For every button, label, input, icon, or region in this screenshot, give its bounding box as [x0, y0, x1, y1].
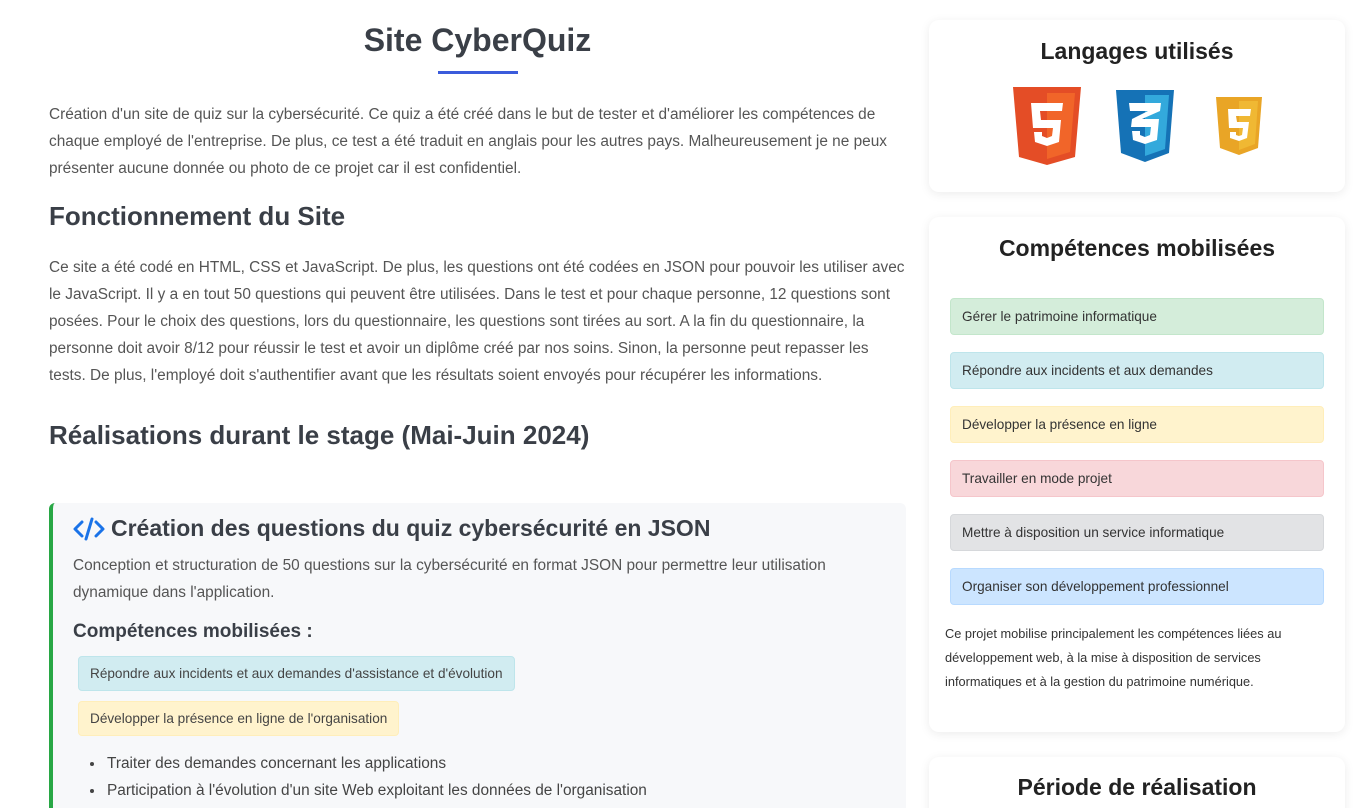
javascript-icon: [1215, 97, 1262, 155]
page-title: Site CyberQuiz: [363, 22, 592, 58]
languages-title: Langages utilisés: [1040, 38, 1234, 64]
html5-icon: [1012, 87, 1081, 165]
card-bullet-list: Traiter des demandes concernant les appl…: [105, 750, 886, 804]
intro-paragraph: Création d'un site de quiz sur la cybers…: [49, 106, 887, 177]
skill-badge-service: Mettre à disposition un service informat…: [950, 514, 1324, 551]
card-title-row: Création des questions du quiz cybersécu…: [73, 515, 886, 542]
card-title: Création des questions du quiz cybersécu…: [111, 515, 711, 541]
fonctionnement-paragraph: Ce site a été codé en HTML, CSS et JavaS…: [49, 259, 905, 384]
skill-badge-patrimoine: Gérer le patrimoine informatique: [950, 298, 1324, 335]
languages-panel: Langages utilisés: [929, 20, 1345, 192]
list-item: Traiter des demandes concernant les appl…: [105, 750, 886, 777]
main-content: Site CyberQuiz Création d'un site de qui…: [49, 0, 906, 808]
section-title-realisations: Réalisations durant le stage (Mai-Juin 2…: [49, 420, 590, 450]
skill-chip-presence: Développer la présence en ligne de l'org…: [78, 701, 400, 736]
list-item: Participation à l'évolution d'un site We…: [105, 777, 886, 804]
skill-badge-projet: Travailler en mode projet: [950, 460, 1324, 497]
realisation-card: Création des questions du quiz cybersécu…: [49, 503, 906, 808]
title-underline: [437, 71, 518, 74]
languages-logos: [929, 87, 1345, 165]
code-icon: [73, 517, 105, 540]
css3-icon: [1115, 90, 1174, 162]
card-description: Conception et structuration de 50 questi…: [73, 557, 826, 601]
card-skills-title: Compétences mobilisées :: [73, 621, 313, 642]
period-title: Période de réalisation: [1017, 774, 1257, 800]
skills-panel-title: Compétences mobilisées: [998, 235, 1276, 261]
skill-badge-presence: Développer la présence en ligne: [950, 406, 1324, 443]
skills-note: Ce projet mobilise principalement les co…: [945, 626, 1282, 689]
skill-chip-incidents: Répondre aux incidents et aux demandes d…: [78, 656, 515, 691]
skill-badge-developpement: Organiser son développement professionne…: [950, 568, 1324, 605]
skill-badge-incidents: Répondre aux incidents et aux demandes: [950, 352, 1324, 389]
section-title-fonctionnement: Fonctionnement du Site: [49, 201, 346, 231]
skills-panel: Compétences mobilisées Gérer le patrimoi…: [929, 217, 1345, 732]
period-panel: Période de réalisation: [929, 757, 1345, 808]
